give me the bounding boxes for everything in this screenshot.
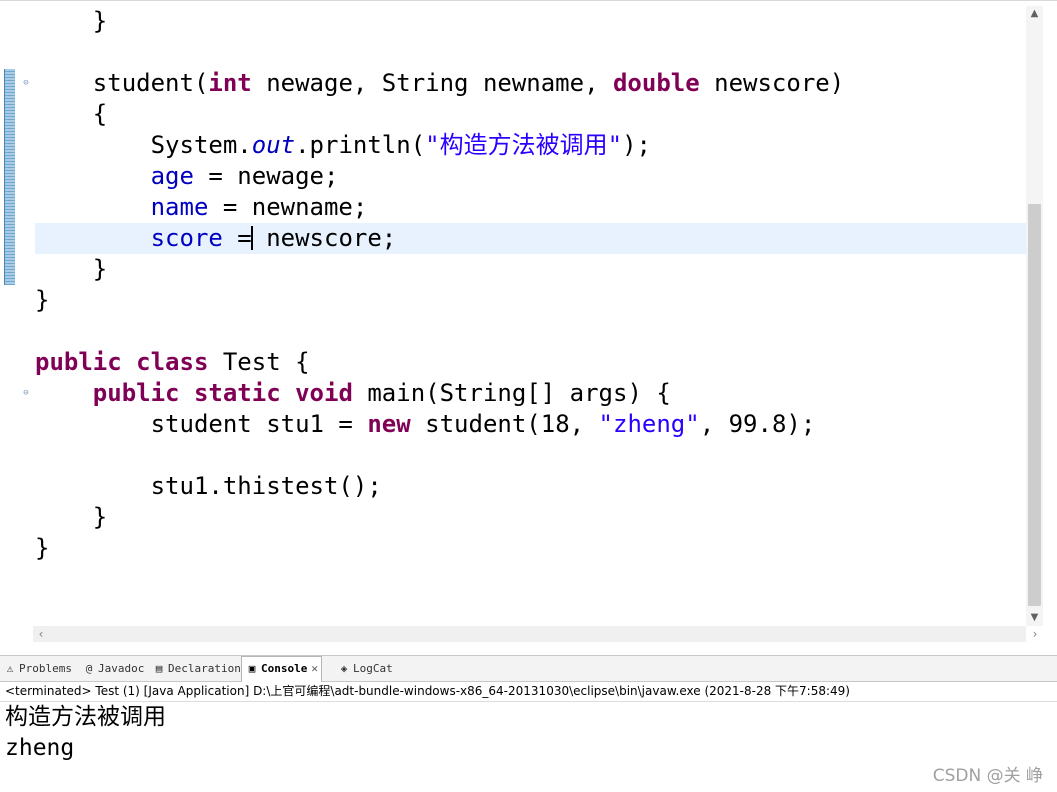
- code-token: stu1.thistest();: [35, 472, 382, 500]
- console-output-line: 构造方法被调用: [5, 704, 166, 730]
- code-token: "zheng": [598, 410, 700, 438]
- code-token: int: [208, 69, 252, 97]
- code-line[interactable]: [35, 37, 1026, 68]
- tab-label: Problems: [19, 662, 72, 675]
- view-tab-bar: ⚠ Problems @ Javadoc ▤ Declaration ▣ Console ✕ ◈ L…: [0, 655, 1057, 683]
- tab-label: Javadoc: [98, 662, 145, 675]
- code-token: =: [222, 224, 252, 252]
- code-line[interactable]: name = newname;: [35, 192, 1026, 223]
- code-line[interactable]: public class Test {: [35, 347, 1026, 378]
- code-token: "构造方法被调用": [425, 131, 623, 159]
- console-process-header: <terminated> Test (1) [Java Application]…: [0, 682, 1057, 702]
- scroll-left-icon[interactable]: ‹: [33, 626, 49, 642]
- code-line[interactable]: }: [35, 6, 1026, 37]
- code-token: name: [150, 193, 209, 221]
- code-line[interactable]: }: [35, 533, 1026, 564]
- scroll-right-icon[interactable]: ›: [1027, 626, 1043, 642]
- code-line[interactable]: System.out.println("构造方法被调用");: [35, 130, 1026, 161]
- code-token: = newname;: [208, 193, 368, 221]
- scroll-up-icon[interactable]: ▲: [1026, 6, 1043, 22]
- code-token: void: [295, 379, 353, 407]
- code-token: double: [612, 69, 700, 97]
- code-line[interactable]: }: [35, 254, 1026, 285]
- fold-collapse-icon[interactable]: ⊖: [22, 79, 30, 88]
- console-output-line: zheng: [5, 735, 75, 761]
- code-token: }: [35, 503, 108, 531]
- code-token: System.: [35, 131, 252, 159]
- console-output[interactable]: 构造方法被调用 zheng: [0, 702, 1057, 792]
- code-line[interactable]: }: [35, 285, 1026, 316]
- tab-declaration[interactable]: ▤ Declaration: [149, 657, 244, 681]
- declaration-icon: ▤: [155, 662, 163, 675]
- code-token: }: [35, 7, 108, 35]
- tab-label: Declaration: [168, 662, 241, 675]
- tab-logcat[interactable]: ◈ LogCat: [334, 657, 396, 681]
- code-token: static: [193, 379, 281, 407]
- code-token: out: [251, 131, 296, 159]
- code-token: newscore): [699, 69, 845, 97]
- code-token: main(String[] args) {: [352, 379, 671, 407]
- code-line[interactable]: public static void main(String[] args) {: [35, 378, 1026, 409]
- code-token: student(18,: [410, 410, 599, 438]
- javadoc-icon: @: [85, 662, 93, 675]
- code-token: = newage;: [193, 162, 339, 190]
- code-line[interactable]: student stu1 = new student(18, "zheng", …: [35, 409, 1026, 440]
- code-line[interactable]: [35, 316, 1026, 347]
- tab-problems[interactable]: ⚠ Problems: [0, 657, 75, 681]
- close-icon[interactable]: ✕: [311, 662, 318, 675]
- code-token: public: [92, 379, 180, 407]
- code-editor[interactable]: ⊖ ⊖ } student(int newage, String newname,…: [0, 0, 1057, 643]
- code-token: age: [150, 162, 194, 190]
- code-token: score: [150, 224, 223, 252]
- code-line[interactable]: student(int newage, String newname, doub…: [35, 68, 1026, 99]
- vertical-scrollbar[interactable]: ▲ ▼: [1026, 6, 1043, 626]
- tab-label: LogCat: [353, 662, 393, 675]
- logcat-icon: ◈: [340, 662, 348, 675]
- code-token: class: [136, 348, 209, 376]
- tab-javadoc[interactable]: @ Javadoc: [79, 657, 147, 681]
- code-line[interactable]: }: [35, 502, 1026, 533]
- horizontal-scrollbar[interactable]: ‹ ›: [33, 626, 1037, 642]
- code-token: public: [35, 348, 122, 376]
- fold-collapse-icon[interactable]: ⊖: [22, 389, 30, 398]
- code-line[interactable]: {: [35, 99, 1026, 130]
- code-token: {: [35, 100, 108, 128]
- code-area[interactable]: } student(int newage, String newname, do…: [35, 6, 1026, 626]
- code-line[interactable]: [35, 440, 1026, 471]
- current-code-line[interactable]: score = newscore;: [35, 223, 1026, 254]
- code-token: newscore;: [251, 224, 397, 252]
- code-line[interactable]: age = newage;: [35, 161, 1026, 192]
- code-token: .println(: [295, 131, 426, 159]
- code-token: }: [35, 255, 108, 283]
- scroll-down-icon[interactable]: ▼: [1026, 610, 1043, 626]
- tab-console[interactable]: ▣ Console ✕: [241, 656, 322, 683]
- console-icon: ▣: [248, 662, 256, 675]
- code-token: );: [622, 131, 651, 159]
- code-token: new: [367, 410, 411, 438]
- problems-icon: ⚠: [6, 662, 14, 675]
- code-token: Test {: [208, 348, 310, 376]
- code-line[interactable]: stu1.thistest();: [35, 471, 1026, 502]
- code-token: newage, String newname,: [251, 69, 613, 97]
- tab-label: Console: [261, 662, 308, 675]
- code-token: }: [35, 286, 50, 314]
- watermark: CSDN @关 峥: [932, 766, 1043, 786]
- code-token: student stu1 =: [35, 410, 368, 438]
- editor-ruler: ⊖ ⊖: [0, 1, 34, 643]
- change-indicator-bar: [4, 69, 15, 285]
- code-token: }: [35, 534, 50, 562]
- code-token: student(: [35, 69, 209, 97]
- vertical-scroll-thumb[interactable]: [1028, 204, 1041, 606]
- code-token: , 99.8);: [699, 410, 816, 438]
